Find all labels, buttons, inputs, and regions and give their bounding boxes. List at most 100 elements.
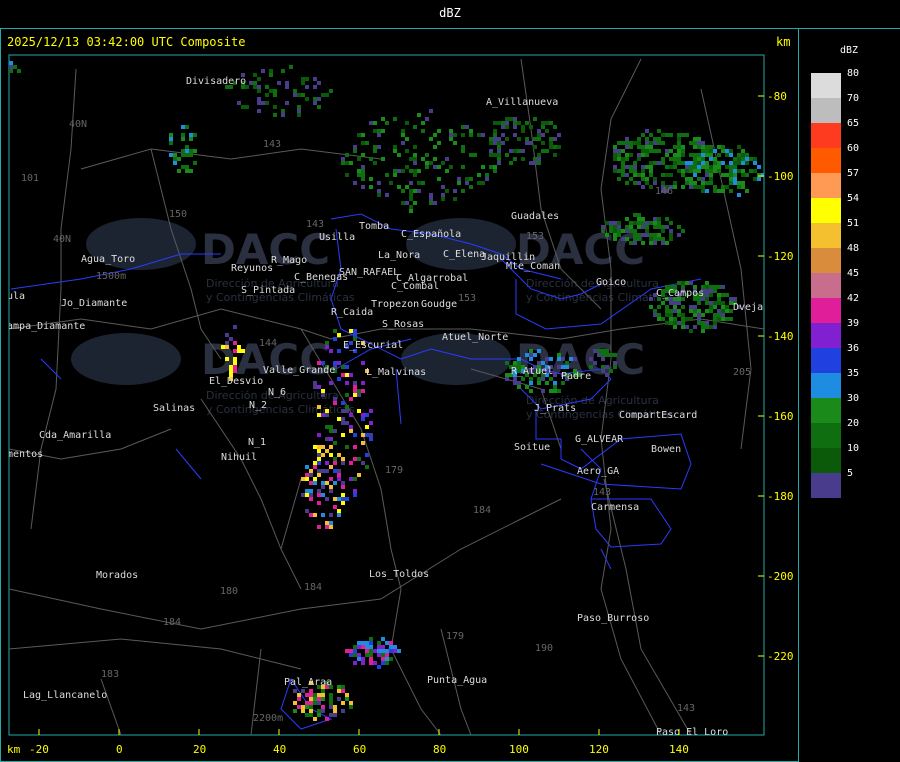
- echo-pixel: [709, 149, 713, 153]
- echo-pixel: [721, 145, 725, 149]
- echo-pixel: [665, 305, 669, 309]
- echo-pixel: [709, 169, 713, 173]
- echo-pixel: [513, 121, 517, 125]
- place-label: C_Española: [401, 229, 461, 240]
- place-label: C_Combal: [391, 281, 439, 292]
- echo-pixel: [633, 237, 637, 241]
- road-label: 150: [169, 209, 187, 220]
- echo-pixel: [685, 281, 689, 285]
- echo-pixel: [381, 157, 385, 161]
- echo-pixel: [601, 365, 605, 369]
- echo-pixel: [301, 81, 305, 85]
- echo-pixel: [693, 309, 697, 313]
- echo-pixel: [373, 149, 377, 153]
- echo-pixel: [601, 349, 605, 353]
- echo-pixel: [717, 165, 721, 169]
- echo-pixel: [701, 141, 705, 145]
- echo-pixel: [349, 429, 353, 433]
- echo-pixel: [517, 361, 521, 365]
- echo-pixel: [369, 649, 373, 653]
- echo-pixel: [317, 473, 321, 477]
- echo-pixel: [361, 153, 365, 157]
- echo-pixel: [641, 149, 645, 153]
- x-tick-label: 80: [433, 743, 446, 756]
- echo-pixel: [709, 293, 713, 297]
- echo-pixel: [421, 181, 425, 185]
- place-label: Lag_Llancanelo: [23, 690, 107, 701]
- echo-pixel: [333, 481, 337, 485]
- echo-pixel: [429, 201, 433, 205]
- echo-pixel: [405, 165, 409, 169]
- echo-pixel: [729, 149, 733, 153]
- radar-map-panel[interactable]: DACC DACC DACC DACC Dirección de Agricul…: [0, 28, 799, 762]
- echo-pixel: [649, 149, 653, 153]
- echo-pixel: [529, 161, 533, 165]
- echo-pixel: [325, 481, 329, 485]
- echo-pixel: [317, 709, 321, 713]
- echo-pixel: [229, 369, 233, 373]
- echo-pixel: [613, 353, 617, 357]
- echo-pixel: [365, 653, 369, 657]
- echo-pixel: [361, 389, 365, 393]
- echo-pixel: [361, 661, 365, 665]
- radar-map[interactable]: DACC DACC DACC DACC Dirección de Agricul…: [1, 29, 798, 761]
- echo-pixel: [429, 161, 433, 165]
- echo-pixel: [257, 97, 261, 101]
- echo-pixel: [665, 225, 669, 229]
- echo-pixel: [333, 401, 337, 405]
- echo-pixel: [709, 285, 713, 289]
- echo-pixel: [693, 165, 697, 169]
- echo-pixel: [669, 233, 673, 237]
- echo-pixel: [529, 389, 533, 393]
- echo-pixel: [721, 309, 725, 313]
- echo-pixel: [9, 69, 13, 73]
- echo-pixel: [361, 417, 365, 421]
- echo-pixel: [665, 309, 669, 313]
- echo-pixel: [221, 345, 225, 349]
- y-axis-unit: km: [776, 35, 791, 49]
- echo-pixel: [653, 181, 657, 185]
- echo-pixel: [681, 145, 685, 149]
- echo-pixel: [361, 133, 365, 137]
- echo-pixel: [333, 469, 337, 473]
- place-label: C_Campos: [656, 288, 704, 299]
- echo-pixel: [681, 149, 685, 153]
- echo-pixel: [381, 657, 385, 661]
- echo-pixel: [313, 697, 317, 701]
- echo-pixel: [413, 125, 417, 129]
- echo-pixel: [249, 81, 253, 85]
- echo-pixel: [621, 157, 625, 161]
- echo-pixel: [661, 161, 665, 165]
- echo-pixel: [753, 157, 757, 161]
- echo-pixel: [689, 165, 693, 169]
- echo-pixel: [401, 189, 405, 193]
- echo-pixel: [705, 145, 709, 149]
- place-label: Pampa_Diamante: [1, 321, 85, 332]
- echo-pixel: [329, 429, 333, 433]
- echo-pixel: [301, 77, 305, 81]
- echo-pixel: [305, 77, 309, 81]
- echo-pixel: [313, 97, 317, 101]
- echo-pixel: [521, 125, 525, 129]
- echo-pixel: [329, 445, 333, 449]
- echo-pixel: [633, 181, 637, 185]
- echo-pixel: [337, 417, 341, 421]
- echo-pixel: [173, 153, 177, 157]
- echo-pixel: [537, 377, 541, 381]
- echo-pixel: [709, 301, 713, 305]
- echo-pixel: [333, 429, 337, 433]
- echo-pixel: [653, 237, 657, 241]
- echo-pixel: [733, 165, 737, 169]
- echo-pixel: [497, 153, 501, 157]
- echo-pixel: [669, 149, 673, 153]
- echo-pixel: [657, 313, 661, 317]
- place-label: CompartEscard: [619, 410, 697, 421]
- echo-pixel: [401, 169, 405, 173]
- echo-pixel: [401, 141, 405, 145]
- echo-pixel: [705, 149, 709, 153]
- echo-pixel: [413, 169, 417, 173]
- road-label: 40N: [69, 119, 87, 130]
- echo-pixel: [393, 173, 397, 177]
- echo-pixel: [541, 361, 545, 365]
- echo-pixel: [357, 641, 361, 645]
